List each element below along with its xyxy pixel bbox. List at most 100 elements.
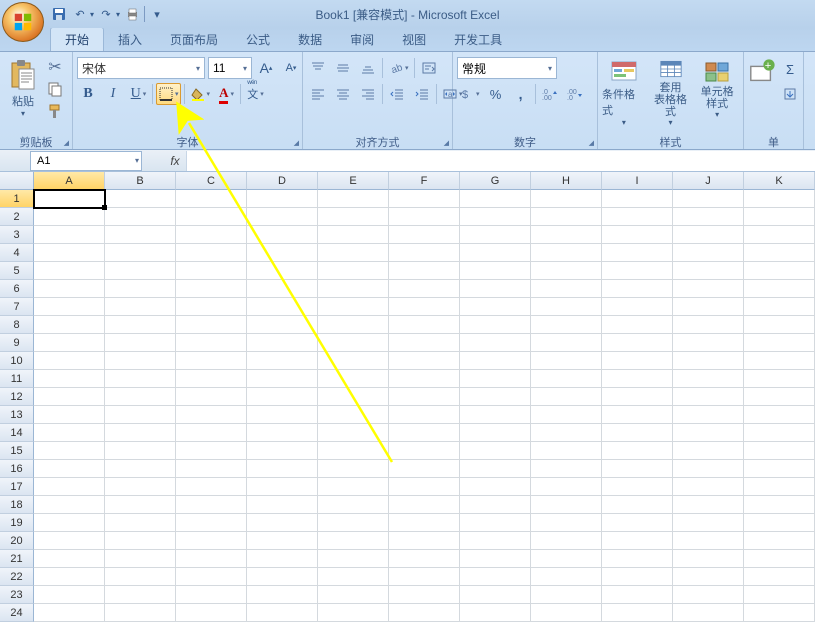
cell[interactable]: [34, 370, 105, 388]
cell[interactable]: [176, 406, 247, 424]
cell[interactable]: [389, 370, 460, 388]
undo-icon[interactable]: ↶: [71, 5, 89, 23]
cell[interactable]: [673, 370, 744, 388]
cell[interactable]: [34, 532, 105, 550]
row-header[interactable]: 3: [0, 226, 34, 244]
cell[interactable]: [531, 352, 602, 370]
cell[interactable]: [318, 568, 389, 586]
cell[interactable]: [176, 442, 247, 460]
cell[interactable]: [602, 568, 673, 586]
row-header[interactable]: 15: [0, 442, 34, 460]
cell[interactable]: [744, 532, 815, 550]
cell[interactable]: [531, 298, 602, 316]
cell[interactable]: [602, 550, 673, 568]
cell[interactable]: [34, 586, 105, 604]
cell[interactable]: [247, 352, 318, 370]
underline-button[interactable]: U▾: [127, 83, 149, 105]
cell[interactable]: [247, 388, 318, 406]
cell[interactable]: [531, 550, 602, 568]
cell[interactable]: [673, 226, 744, 244]
cell[interactable]: [318, 550, 389, 568]
tab-developer[interactable]: 开发工具: [440, 28, 516, 51]
cell[interactable]: [318, 442, 389, 460]
align-bottom-icon[interactable]: [357, 57, 379, 79]
cell[interactable]: [318, 280, 389, 298]
cell[interactable]: [389, 352, 460, 370]
cell[interactable]: [673, 460, 744, 478]
cell[interactable]: [602, 496, 673, 514]
row-header[interactable]: 18: [0, 496, 34, 514]
decrease-font-icon[interactable]: A▾: [280, 57, 302, 79]
italic-button[interactable]: I: [102, 83, 124, 105]
cell[interactable]: [673, 406, 744, 424]
cell[interactable]: [247, 424, 318, 442]
row-header[interactable]: 7: [0, 298, 34, 316]
cell[interactable]: [673, 334, 744, 352]
cell[interactable]: [744, 370, 815, 388]
cell[interactable]: [531, 262, 602, 280]
increase-decimal-icon[interactable]: .0.00: [539, 83, 561, 105]
cell[interactable]: [673, 424, 744, 442]
cell[interactable]: [460, 442, 531, 460]
cell[interactable]: [389, 334, 460, 352]
cell[interactable]: [34, 244, 105, 262]
cell[interactable]: [34, 226, 105, 244]
cell[interactable]: [176, 226, 247, 244]
cell[interactable]: [744, 496, 815, 514]
column-header[interactable]: J: [673, 172, 744, 190]
cell[interactable]: [531, 244, 602, 262]
cell[interactable]: [34, 406, 105, 424]
cell[interactable]: [531, 316, 602, 334]
copy-icon[interactable]: [45, 79, 65, 99]
cell[interactable]: [602, 298, 673, 316]
cell[interactable]: [460, 262, 531, 280]
row-header[interactable]: 9: [0, 334, 34, 352]
row-header[interactable]: 2: [0, 208, 34, 226]
cell[interactable]: [34, 352, 105, 370]
row-header[interactable]: 22: [0, 568, 34, 586]
cell[interactable]: [602, 316, 673, 334]
cell[interactable]: [247, 514, 318, 532]
cell[interactable]: [176, 514, 247, 532]
row-header[interactable]: 8: [0, 316, 34, 334]
row-header[interactable]: 11: [0, 370, 34, 388]
cell[interactable]: [176, 388, 247, 406]
cell[interactable]: [247, 370, 318, 388]
tab-data[interactable]: 数据: [284, 28, 336, 51]
cell[interactable]: [744, 442, 815, 460]
cell[interactable]: [531, 190, 602, 208]
cut-icon[interactable]: ✂: [45, 57, 65, 77]
cell[interactable]: [105, 496, 176, 514]
redo-icon[interactable]: ↷: [97, 5, 115, 23]
cell[interactable]: [602, 460, 673, 478]
print-icon[interactable]: [123, 5, 141, 23]
cell[interactable]: [176, 280, 247, 298]
cell[interactable]: [673, 514, 744, 532]
cell[interactable]: [744, 262, 815, 280]
cell[interactable]: [744, 568, 815, 586]
tab-formulas[interactable]: 公式: [232, 28, 284, 51]
tab-page-layout[interactable]: 页面布局: [156, 28, 232, 51]
tab-home[interactable]: 开始: [50, 27, 104, 51]
cell[interactable]: [247, 568, 318, 586]
fill-color-button[interactable]: ▾: [188, 83, 213, 105]
cell[interactable]: [389, 316, 460, 334]
cell[interactable]: [176, 190, 247, 208]
tab-view[interactable]: 视图: [388, 28, 440, 51]
select-all-corner[interactable]: [0, 172, 34, 190]
cell[interactable]: [744, 334, 815, 352]
align-middle-icon[interactable]: [332, 57, 354, 79]
cell[interactable]: [318, 190, 389, 208]
cell[interactable]: [176, 460, 247, 478]
cell[interactable]: [744, 298, 815, 316]
cell[interactable]: [247, 226, 318, 244]
cell[interactable]: [389, 190, 460, 208]
autosum-icon[interactable]: Σ: [779, 58, 801, 80]
cell[interactable]: [105, 298, 176, 316]
cell[interactable]: [105, 406, 176, 424]
cell[interactable]: [460, 424, 531, 442]
cell[interactable]: [389, 478, 460, 496]
cell[interactable]: [389, 442, 460, 460]
cell[interactable]: [460, 190, 531, 208]
insert-button-partial[interactable]: +: [748, 55, 776, 127]
